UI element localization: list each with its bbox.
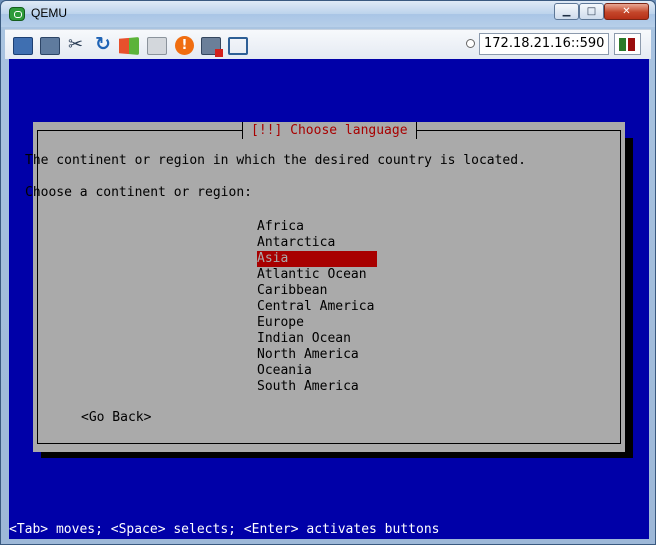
maximize-icon: □ (586, 6, 597, 17)
signal-bar-green (619, 38, 626, 51)
keyboard-icon[interactable] (147, 37, 167, 55)
fullscreen-icon[interactable] (228, 37, 248, 55)
region-option-asia[interactable]: Asia (257, 251, 377, 267)
region-list[interactable]: Africa Antarctica Asia Atlantic Ocean Ca… (257, 219, 377, 395)
maximize-button[interactable]: □ (579, 3, 604, 20)
address-field[interactable]: 172.18.21.16::590 (479, 33, 609, 55)
disconnect-icon[interactable] (201, 37, 223, 57)
window-title: QEMU (31, 6, 67, 20)
region-option-central-america[interactable]: Central America (257, 299, 377, 315)
close-icon: ✕ (622, 6, 631, 17)
address-radio[interactable] (466, 39, 475, 48)
dialog-description: The continent or region in which the des… (25, 153, 526, 168)
signal-bar-red (628, 38, 635, 51)
region-option-south-america[interactable]: South America (257, 379, 377, 395)
monitor-icon[interactable] (13, 37, 33, 55)
region-option-oceania[interactable]: Oceania (257, 363, 377, 379)
status-bar: <Tab> moves; <Space> selects; <Enter> ac… (9, 522, 440, 537)
qemu-window: QEMU ▁ □ ✕ ! 172.18.21.16::590 [!!] Choo… (0, 0, 656, 545)
alert-icon[interactable]: ! (175, 36, 194, 55)
signal-icon (614, 33, 641, 55)
title-bar[interactable]: QEMU ▁ □ ✕ (1, 1, 655, 27)
windows-icon[interactable] (40, 37, 60, 55)
dialog-title: [!!] Choose language (242, 122, 417, 139)
region-option-caribbean[interactable]: Caribbean (257, 283, 377, 299)
region-option-europe[interactable]: Europe (257, 315, 377, 331)
region-option-atlantic-ocean[interactable]: Atlantic Ocean (257, 267, 377, 283)
minimize-icon: ▁ (562, 6, 571, 17)
qemu-icon (9, 7, 25, 21)
region-option-indian-ocean[interactable]: Indian Ocean (257, 331, 377, 347)
dialog-prompt: Choose a continent or region: (25, 185, 252, 200)
windows-logo-icon[interactable] (119, 37, 139, 55)
minimize-button[interactable]: ▁ (554, 3, 579, 20)
close-button[interactable]: ✕ (604, 3, 649, 20)
vm-console[interactable]: [!!] Choose language The continent or re… (9, 59, 649, 539)
region-option-antarctica[interactable]: Antarctica (257, 235, 377, 251)
go-back-button[interactable]: <Go Back> (81, 410, 151, 426)
refresh-icon[interactable] (93, 33, 113, 55)
settings-tools-icon[interactable] (67, 34, 87, 55)
region-option-north-america[interactable]: North America (257, 347, 377, 363)
region-option-africa[interactable]: Africa (257, 219, 377, 235)
